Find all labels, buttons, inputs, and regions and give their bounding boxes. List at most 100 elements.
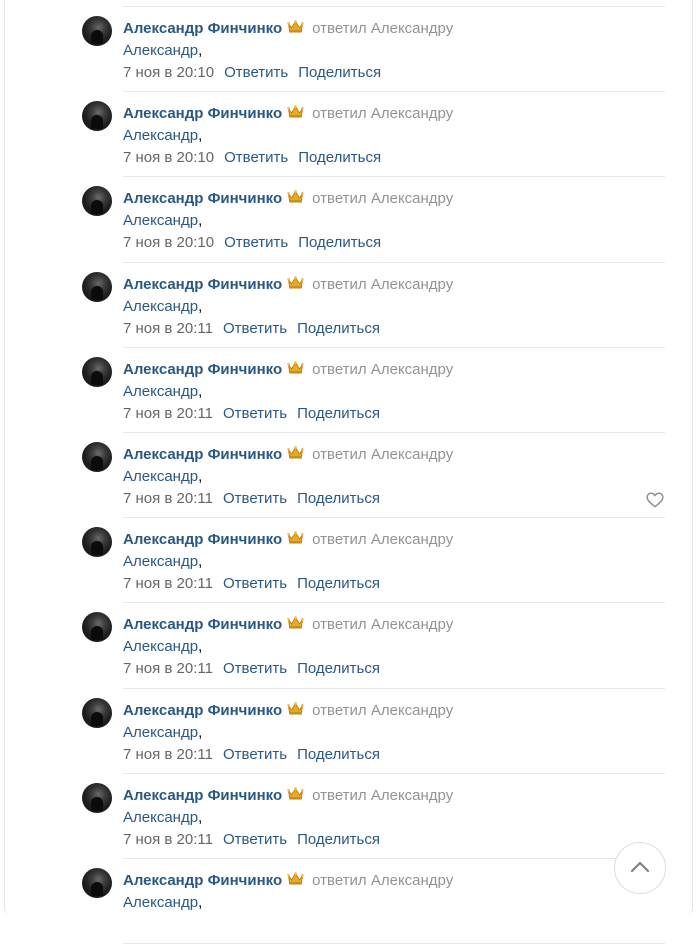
author-name[interactable]: Александр Финчинко xyxy=(123,105,282,122)
avatar[interactable] xyxy=(82,697,112,728)
reply-target-link[interactable]: Александру xyxy=(371,616,453,633)
reply-target-link[interactable]: Александру xyxy=(371,361,453,378)
reply-button[interactable]: Ответить xyxy=(223,490,287,507)
comment-timestamp[interactable]: 7 ноя в 20:11 xyxy=(123,746,213,763)
comment-timestamp[interactable]: 7 ноя в 20:10 xyxy=(123,234,214,251)
comment-timestamp[interactable]: 7 ноя в 20:10 xyxy=(123,149,214,166)
avatar[interactable] xyxy=(82,612,112,643)
addressee-mention[interactable]: Александр xyxy=(123,724,198,741)
avatar[interactable] xyxy=(82,527,112,558)
comment-text: Александр, xyxy=(123,210,665,231)
comment-item: Александр Финчинко ответил Александру Але… xyxy=(0,92,698,178)
reply-button[interactable]: Ответить xyxy=(224,149,288,166)
share-button[interactable]: Поделиться xyxy=(298,64,381,81)
replied-text: ответил xyxy=(312,871,367,889)
comment-timestamp[interactable]: 7 ноя в 20:11 xyxy=(123,320,213,337)
comment-body: Александр Финчинко ответил Александру Але… xyxy=(123,871,665,936)
reply-button[interactable]: Ответить xyxy=(224,234,288,251)
replied-text: ответил xyxy=(312,786,367,804)
reply-target-link[interactable]: Александру xyxy=(371,702,453,719)
comment-text: Александр, xyxy=(123,381,665,402)
avatar[interactable] xyxy=(82,271,112,302)
comment-footer: 7 ноя в 20:11 Ответить Поделиться xyxy=(123,318,665,340)
reply-info: ответил Александру xyxy=(312,446,453,463)
author-name[interactable]: Александр Финчинко xyxy=(123,702,282,719)
comment-timestamp[interactable]: 7 ноя в 20:11 xyxy=(123,831,213,848)
reply-info: ответил Александру xyxy=(312,276,453,293)
comment-item: Александр Финчинко ответил Александру Але… xyxy=(0,263,698,348)
avatar[interactable] xyxy=(82,186,112,217)
share-button[interactable]: Поделиться xyxy=(297,320,380,337)
share-button[interactable]: Поделиться xyxy=(298,149,381,166)
share-button[interactable]: Поделиться xyxy=(297,660,380,677)
reply-button[interactable]: Ответить xyxy=(223,405,287,422)
comment-timestamp[interactable]: 7 ноя в 20:10 xyxy=(123,64,214,81)
reply-target-link[interactable]: Александру xyxy=(371,531,453,548)
reply-target-link[interactable]: Александру xyxy=(371,872,453,889)
author-name[interactable]: Александр Финчинко xyxy=(123,531,282,548)
share-button[interactable]: Поделиться xyxy=(297,746,380,763)
addressee-mention[interactable]: Александр xyxy=(123,42,198,59)
reply-button[interactable]: Ответить xyxy=(223,660,287,677)
comment-timestamp[interactable]: 7 ноя в 20:11 xyxy=(123,660,213,677)
comment-text: Александр, xyxy=(123,296,665,317)
reply-button[interactable]: Ответить xyxy=(224,64,288,81)
addressee-mention[interactable]: Александр xyxy=(123,383,198,400)
reply-button[interactable]: Ответить xyxy=(223,575,287,592)
addressee-mention[interactable]: Александр xyxy=(123,212,198,229)
replied-text: ответил xyxy=(312,531,367,549)
comment-text-punctuation: , xyxy=(198,382,203,400)
avatar[interactable] xyxy=(82,356,112,387)
reply-button[interactable]: Ответить xyxy=(223,746,287,763)
comment-footer: 7 ноя в 20:11 Ответить Поделиться xyxy=(123,658,665,680)
addressee-mention[interactable]: Александр xyxy=(123,638,198,655)
comment-header: Александр Финчинко ответил Александру xyxy=(123,871,665,891)
reply-target-link[interactable]: Александру xyxy=(371,787,453,804)
avatar[interactable] xyxy=(82,441,112,472)
author-name[interactable]: Александр Финчинко xyxy=(123,616,282,633)
author-name[interactable]: Александр Финчинко xyxy=(123,787,282,804)
author-name[interactable]: Александр Финчинко xyxy=(123,872,282,889)
reply-info: ответил Александру xyxy=(312,190,453,207)
reply-target-link[interactable]: Александру xyxy=(371,190,453,207)
author-name[interactable]: Александр Финчинко xyxy=(123,190,282,207)
share-button[interactable]: Поделиться xyxy=(297,490,380,507)
avatar[interactable] xyxy=(82,782,112,813)
avatar[interactable] xyxy=(82,867,112,898)
scroll-up-button[interactable] xyxy=(614,842,666,894)
reply-target-link[interactable]: Александру xyxy=(371,105,453,122)
reply-target-link[interactable]: Александру xyxy=(371,20,453,37)
share-button[interactable]: Поделиться xyxy=(297,575,380,592)
heart-outline-icon[interactable] xyxy=(646,492,664,508)
addressee-mention[interactable]: Александр xyxy=(123,809,198,826)
reply-target-link[interactable]: Александру xyxy=(371,446,453,463)
addressee-mention[interactable]: Александр xyxy=(123,894,198,911)
avatar[interactable] xyxy=(82,16,112,46)
comment-timestamp[interactable]: 7 ноя в 20:11 xyxy=(123,575,213,592)
share-button[interactable]: Поделиться xyxy=(298,234,381,251)
crown-icon xyxy=(287,275,304,289)
author-name[interactable]: Александр Финчинко xyxy=(123,20,282,37)
addressee-mention[interactable]: Александр xyxy=(123,468,198,485)
addressee-mention[interactable]: Александр xyxy=(123,127,198,144)
share-button[interactable]: Поделиться xyxy=(297,405,380,422)
reply-target-link[interactable]: Александру xyxy=(371,276,453,293)
share-button[interactable]: Поделиться xyxy=(297,831,380,848)
avatar[interactable] xyxy=(82,101,112,132)
addressee-mention[interactable]: Александр xyxy=(123,298,198,315)
reply-button[interactable]: Ответить xyxy=(223,831,287,848)
comment-timestamp[interactable]: 7 ноя в 20:11 xyxy=(123,490,213,507)
comment-footer: 7 ноя в 20:11 Ответить Поделиться xyxy=(123,829,665,851)
comment-timestamp[interactable]: 7 ноя в 20:11 xyxy=(123,405,213,422)
comment-text-punctuation: , xyxy=(198,638,203,656)
comment-body: Александр Финчинко ответил Александру Але… xyxy=(123,530,665,595)
reply-button[interactable]: Ответить xyxy=(223,320,287,337)
author-name[interactable]: Александр Финчинко xyxy=(123,276,282,293)
author-name[interactable]: Александр Финчинко xyxy=(123,446,282,463)
addressee-mention[interactable]: Александр xyxy=(123,553,198,570)
comment-text: Александр, xyxy=(123,807,665,828)
author-name[interactable]: Александр Финчинко xyxy=(123,361,282,378)
comment-header: Александр Финчинко ответил Александру xyxy=(123,189,665,209)
crown-icon xyxy=(287,616,304,629)
comment-text: Александр, xyxy=(123,892,665,913)
